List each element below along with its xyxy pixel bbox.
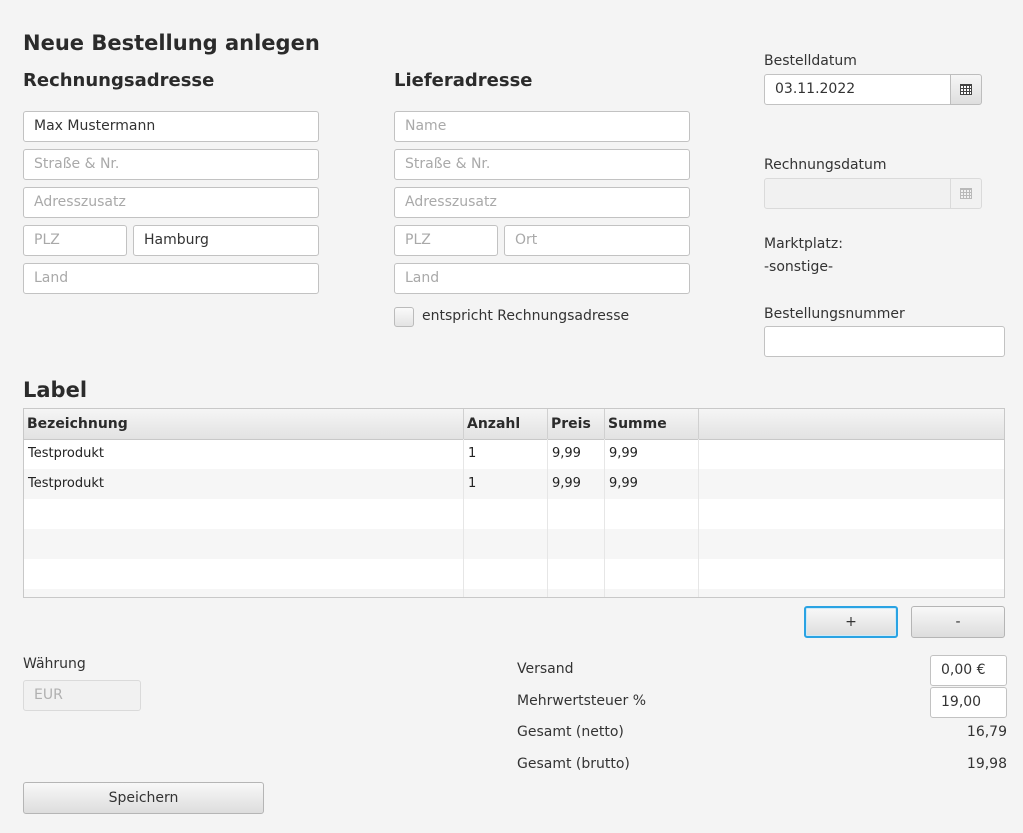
same-as-billing-label: entspricht Rechnungsadresse: [422, 308, 630, 324]
order-date-picker-button[interactable]: [950, 74, 982, 105]
shipping-country-input[interactable]: Land: [394, 263, 690, 294]
gross-total-value: 19,98: [966, 756, 1007, 772]
table-row[interactable]: Testprodukt 1 9,99 9,99: [24, 439, 1004, 469]
table-empty-row: [24, 499, 1004, 529]
items-section-label: Label: [23, 378, 88, 402]
shipping-extra-input[interactable]: Adresszusatz: [394, 187, 690, 218]
billing-name-input[interactable]: Max Mustermann: [23, 111, 319, 142]
order-number-input[interactable]: [764, 326, 1005, 357]
invoice-date-label: Rechnungsdatum: [764, 157, 887, 173]
shipping-heading: Lieferadresse: [394, 70, 533, 91]
table-empty-row: [24, 559, 1004, 589]
marketplace-value: -sonstige-: [764, 259, 834, 275]
calendar-icon: [960, 84, 972, 95]
calendar-icon: [960, 188, 972, 199]
cell-summe: 9,99: [605, 439, 699, 469]
billing-city-input[interactable]: Hamburg: [133, 225, 319, 256]
items-table[interactable]: Bezeichnung Anzahl Preis Summe Testprodu…: [23, 408, 1005, 598]
shipping-street-input[interactable]: Straße & Nr.: [394, 149, 690, 180]
cell-summe: 9,99: [605, 469, 699, 499]
currency-input: EUR: [23, 680, 141, 711]
table-header: Bezeichnung Anzahl Preis Summe: [24, 409, 1004, 440]
marketplace-label: Marktplatz:: [764, 236, 843, 252]
same-as-billing-checkbox[interactable]: [394, 307, 414, 327]
billing-heading: Rechnungsadresse: [23, 70, 215, 91]
invoice-date-input: [764, 178, 951, 209]
invoice-date-picker-button: [950, 178, 982, 209]
shipping-city-input[interactable]: Ort: [504, 225, 690, 256]
column-header-summe[interactable]: Summe: [605, 409, 699, 439]
net-total-label: Gesamt (netto): [517, 724, 624, 740]
cell-bezeichnung: Testprodukt: [24, 439, 464, 469]
shipping-cost-label: Versand: [517, 661, 574, 677]
order-date-label: Bestelldatum: [764, 53, 857, 69]
page-title: Neue Bestellung anlegen: [23, 31, 320, 55]
billing-country-input[interactable]: Land: [23, 263, 319, 294]
column-header-bezeichnung[interactable]: Bezeichnung: [24, 409, 464, 439]
cell-anzahl: 1: [464, 439, 548, 469]
billing-extra-input[interactable]: Adresszusatz: [23, 187, 319, 218]
order-number-label: Bestellungsnummer: [764, 306, 905, 322]
save-button[interactable]: Speichern: [23, 782, 264, 814]
remove-item-button[interactable]: -: [911, 606, 1005, 638]
vat-label: Mehrwertsteuer %: [517, 693, 647, 709]
cell-anzahl: 1: [464, 469, 548, 499]
cell-bezeichnung: Testprodukt: [24, 469, 464, 499]
net-total-value: 16,79: [966, 724, 1007, 740]
order-date-input[interactable]: 03.11.2022: [764, 74, 951, 105]
table-row[interactable]: Testprodukt 1 9,99 9,99: [24, 469, 1004, 499]
billing-zip-input[interactable]: PLZ: [23, 225, 127, 256]
vat-input[interactable]: 19,00: [930, 687, 1007, 718]
add-item-button[interactable]: +: [804, 606, 898, 638]
shipping-zip-input[interactable]: PLZ: [394, 225, 498, 256]
gross-total-label: Gesamt (brutto): [517, 756, 630, 772]
currency-label: Währung: [23, 656, 86, 672]
cell-preis: 9,99: [548, 469, 605, 499]
column-header-preis[interactable]: Preis: [548, 409, 605, 439]
shipping-name-input[interactable]: Name: [394, 111, 690, 142]
shipping-cost-input[interactable]: 0,00 €: [930, 655, 1007, 686]
column-header-anzahl[interactable]: Anzahl: [464, 409, 548, 439]
table-empty-row: [24, 529, 1004, 559]
cell-preis: 9,99: [548, 439, 605, 469]
table-empty-row: [24, 589, 1004, 597]
billing-street-input[interactable]: Straße & Nr.: [23, 149, 319, 180]
